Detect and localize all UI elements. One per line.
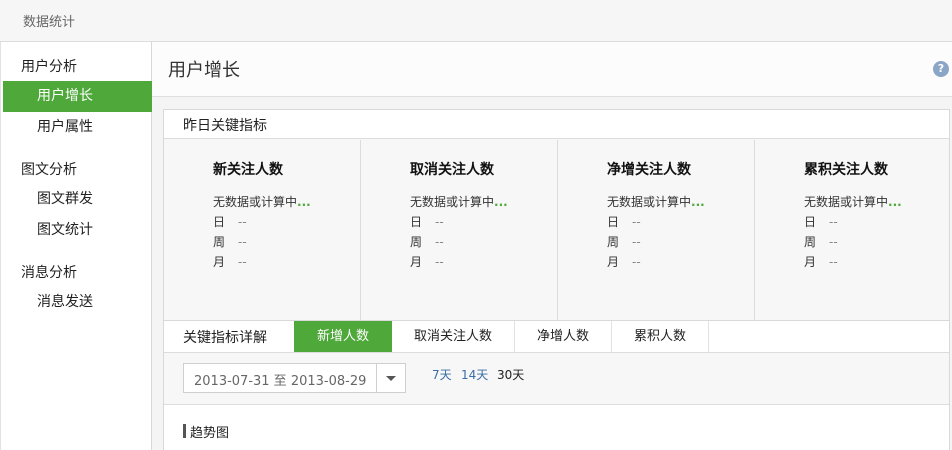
metric-month-value: -- xyxy=(632,255,641,269)
metric-day-value: -- xyxy=(238,215,247,229)
section-marker xyxy=(183,424,186,438)
metric-week-row: 周 -- xyxy=(410,233,444,250)
range-7-days[interactable]: 7天 xyxy=(432,366,452,383)
metric-title: 新关注人数 xyxy=(213,162,283,178)
sidebar-group-user-analysis: 用户分析 xyxy=(21,59,77,75)
metric-month-row: 月 -- xyxy=(607,253,641,270)
sidebar: 用户分析 用户增长 用户属性 图文分析 图文群发 图文统计 消息分析 消息发送 xyxy=(0,42,152,450)
range-30-days[interactable]: 30天 xyxy=(497,366,524,383)
sidebar-group-message-analysis: 消息分析 xyxy=(21,265,77,281)
tab-net-growth[interactable]: 净增人数 xyxy=(515,321,612,352)
sidebar-item-user-attributes[interactable]: 用户属性 xyxy=(3,112,152,143)
metric-net-follows: 净增关注人数 无数据或计算中... 日 -- 周 -- 月 -- xyxy=(558,140,755,350)
metric-week-label: 周 xyxy=(804,235,817,249)
metric-day-label: 日 xyxy=(607,215,620,229)
metric-month-value: -- xyxy=(435,255,444,269)
metric-status-text: 无数据或计算中 xyxy=(410,195,495,209)
metric-month-label: 月 xyxy=(804,255,817,269)
help-icon[interactable]: ? xyxy=(933,61,949,77)
tab-unfollows[interactable]: 取消关注人数 xyxy=(392,321,515,352)
loading-dots: ... xyxy=(297,195,311,209)
metric-week-value: -- xyxy=(829,235,838,249)
metric-status: 无数据或计算中... xyxy=(213,193,311,210)
key-metrics-title: 昨日关键指标 xyxy=(183,118,267,134)
metric-month-value: -- xyxy=(238,255,247,269)
loading-dots: ... xyxy=(691,195,705,209)
metric-week-label: 周 xyxy=(607,235,620,249)
trend-chart-title: 趋势图 xyxy=(190,426,230,441)
top-bar: 数据统计 xyxy=(0,0,952,42)
app-title: 数据统计 xyxy=(23,15,76,30)
sidebar-group-article-analysis: 图文分析 xyxy=(21,162,77,178)
metric-day-label: 日 xyxy=(410,215,423,229)
date-range-value[interactable]: 2013-07-31 至 2013-08-29 xyxy=(194,370,366,389)
metric-month-label: 月 xyxy=(410,255,423,269)
metric-month-row: 月 -- xyxy=(804,253,838,270)
metric-title: 净增关注人数 xyxy=(607,162,691,178)
metric-status: 无数据或计算中... xyxy=(410,193,508,210)
metric-day-row: 日 -- xyxy=(213,213,247,230)
metric-status-text: 无数据或计算中 xyxy=(607,195,692,209)
date-range-dropdown-button[interactable] xyxy=(376,364,405,392)
sidebar-item-article-stats[interactable]: 图文统计 xyxy=(3,215,152,246)
metric-status: 无数据或计算中... xyxy=(607,193,705,210)
key-metrics-card: 昨日关键指标 新关注人数 无数据或计算中... 日 -- 周 -- 月 -- 取消关注… xyxy=(163,109,950,351)
sidebar-item-user-growth[interactable]: 用户增长 xyxy=(3,81,152,112)
metric-status: 无数据或计算中... xyxy=(804,193,902,210)
metric-week-label: 周 xyxy=(213,235,226,249)
metric-month-value: -- xyxy=(829,255,838,269)
loading-dots: ... xyxy=(888,195,902,209)
tab-cumulative[interactable]: 累积人数 xyxy=(612,321,709,352)
metric-day-value: -- xyxy=(435,215,444,229)
page-header: 用户增长 ? xyxy=(152,42,952,97)
metric-day-row: 日 -- xyxy=(804,213,838,230)
loading-dots: ... xyxy=(494,195,508,209)
metric-status-text: 无数据或计算中 xyxy=(213,195,298,209)
metric-week-value: -- xyxy=(435,235,444,249)
metric-week-row: 周 -- xyxy=(213,233,247,250)
metric-month-label: 月 xyxy=(213,255,226,269)
page-title: 用户增长 xyxy=(168,60,240,81)
metric-day-row: 日 -- xyxy=(607,213,641,230)
metric-status-text: 无数据或计算中 xyxy=(804,195,889,209)
key-metrics-header: 昨日关键指标 xyxy=(164,110,949,139)
date-range-picker[interactable]: 2013-07-31 至 2013-08-29 xyxy=(183,363,406,393)
metric-new-follows: 新关注人数 无数据或计算中... 日 -- 周 -- 月 -- xyxy=(164,140,361,350)
metric-week-row: 周 -- xyxy=(804,233,838,250)
metric-day-value: -- xyxy=(829,215,838,229)
sidebar-item-article-broadcast[interactable]: 图文群发 xyxy=(3,184,152,215)
metric-detail-label: 关键指标详解 xyxy=(183,330,267,346)
metric-week-label: 周 xyxy=(410,235,423,249)
tab-new-users[interactable]: 新增人数 xyxy=(294,321,392,352)
metric-day-label: 日 xyxy=(804,215,817,229)
metric-month-row: 月 -- xyxy=(410,253,444,270)
metric-day-value: -- xyxy=(632,215,641,229)
metric-day-row: 日 -- xyxy=(410,213,444,230)
metric-day-label: 日 xyxy=(213,215,226,229)
metric-tabs: 关键指标详解 新增人数 取消关注人数 净增人数 累积人数 xyxy=(164,321,949,353)
metric-detail-panel: 关键指标详解 新增人数 取消关注人数 净增人数 累积人数 2013-07-31 … xyxy=(163,320,950,450)
main-content: 用户增长 ? 昨日关键指标 新关注人数 无数据或计算中... 日 -- 周 -- 月… xyxy=(152,42,952,450)
metric-week-value: -- xyxy=(632,235,641,249)
chevron-down-icon xyxy=(386,376,396,381)
sidebar-item-message-send[interactable]: 消息发送 xyxy=(3,287,152,318)
metric-month-row: 月 -- xyxy=(213,253,247,270)
metric-week-row: 周 -- xyxy=(607,233,641,250)
metric-unfollows: 取消关注人数 无数据或计算中... 日 -- 周 -- 月 -- xyxy=(361,140,558,350)
metric-month-label: 月 xyxy=(607,255,620,269)
metric-total-follows: 累积关注人数 无数据或计算中... 日 -- 周 -- 月 -- xyxy=(755,140,949,350)
trend-chart-section: 趋势图 xyxy=(164,405,949,450)
metric-week-value: -- xyxy=(238,235,247,249)
metric-title: 累积关注人数 xyxy=(804,162,888,178)
metric-title: 取消关注人数 xyxy=(410,162,494,178)
range-14-days[interactable]: 14天 xyxy=(461,366,488,383)
